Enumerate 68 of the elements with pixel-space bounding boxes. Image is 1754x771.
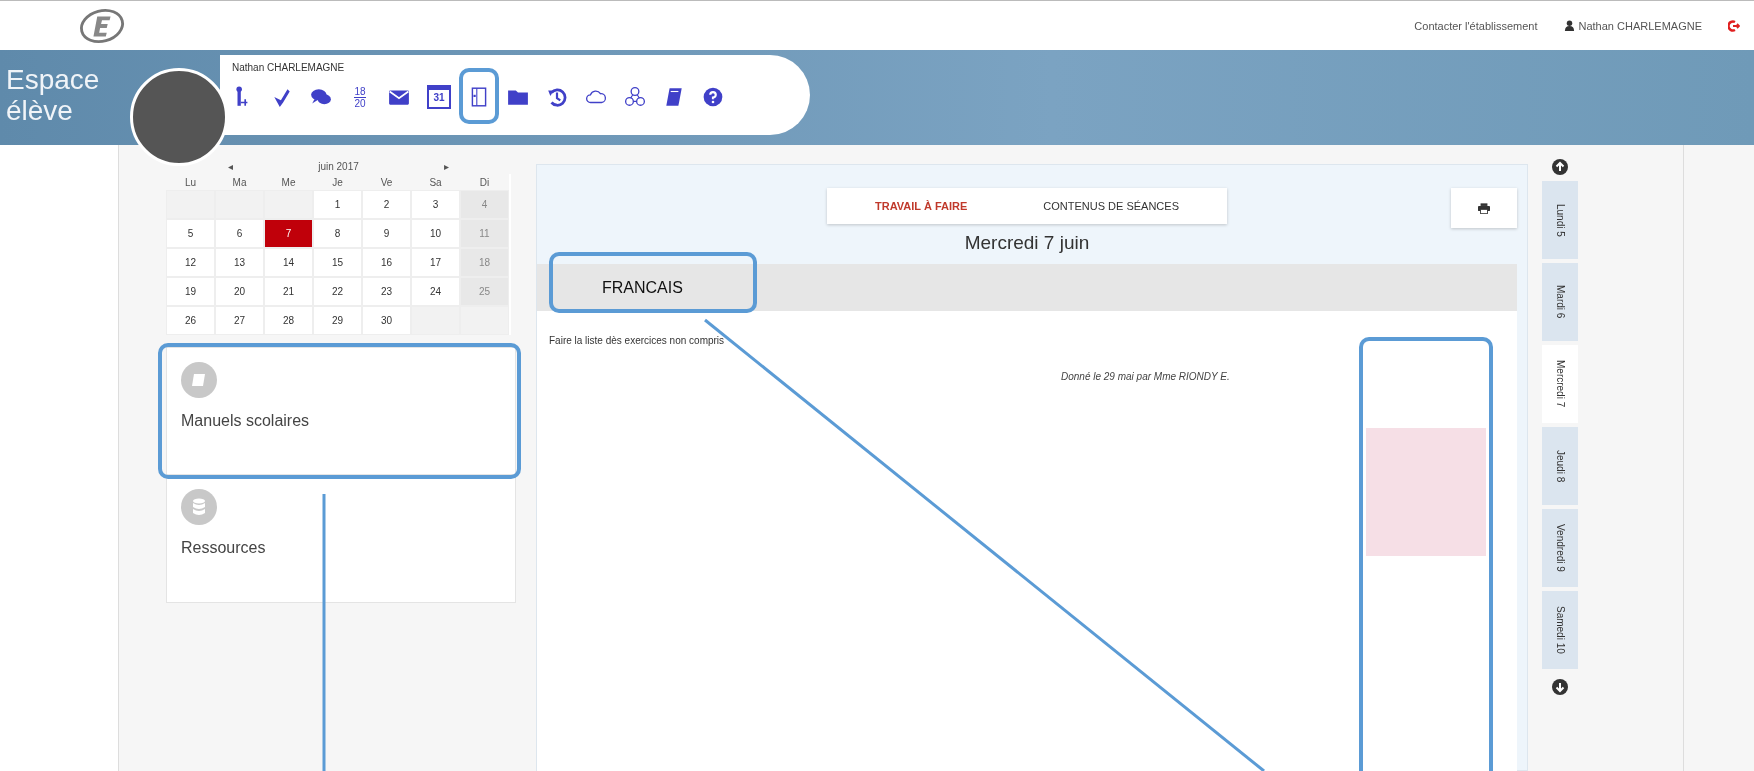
database-icon: [181, 489, 217, 525]
toolbar-user-name: Nathan CHARLEMAGNE: [232, 62, 346, 73]
people-network-icon[interactable]: [624, 86, 646, 108]
print-icon: [1478, 202, 1490, 214]
calendar-day[interactable]: 12: [166, 248, 215, 277]
day-tab[interactable]: Mercredi 7: [1542, 345, 1578, 423]
logo-icon: [78, 6, 126, 45]
book-icon[interactable]: [663, 86, 685, 108]
calendar-day[interactable]: 24: [411, 277, 460, 306]
weekday-label: Ve: [362, 174, 411, 190]
calendar-day[interactable]: 29: [313, 306, 362, 335]
calendar-day[interactable]: 28: [264, 306, 313, 335]
scroll-up-icon[interactable]: [1552, 159, 1568, 175]
day-tab[interactable]: Jeudi 8: [1542, 427, 1578, 505]
weekday-label: Je: [313, 174, 362, 190]
calendar-day[interactable]: 6: [215, 219, 264, 248]
date-title: Mercredi 7 juin: [963, 232, 1091, 254]
scroll-down-icon[interactable]: [1552, 679, 1568, 695]
next-month-arrow[interactable]: ▸: [443, 161, 449, 172]
calendar-day[interactable]: 22: [313, 277, 362, 306]
tab[interactable]: TRAVAIL À FAIRE: [837, 188, 1006, 224]
given-by-text: Donné le 29 mai par Mme RIONDY E.: [1061, 371, 1231, 382]
weekday-label: Me: [264, 174, 313, 190]
calendar-day[interactable]: 23: [362, 277, 411, 306]
calendar-day[interactable]: 7: [264, 219, 313, 248]
month-label: juin 2017: [318, 161, 359, 172]
day-tab[interactable]: Lundi 5: [1542, 181, 1578, 259]
calendar-day[interactable]: 19: [166, 277, 215, 306]
calendar-icon[interactable]: 31: [427, 85, 451, 109]
shortcut-card[interactable]: Manuels scolaires: [166, 347, 516, 475]
day-tab[interactable]: Samedi 10: [1542, 591, 1578, 669]
weekday-label: Di: [460, 174, 509, 190]
calendar-day[interactable]: 5: [166, 219, 215, 248]
logout-icon[interactable]: [1728, 19, 1740, 32]
user-icon: [1563, 20, 1575, 31]
calendar-day[interactable]: 8: [313, 219, 362, 248]
calendar-day[interactable]: 20: [215, 277, 264, 306]
weekday-label: Sa: [411, 174, 460, 190]
calendar-day[interactable]: 26: [166, 306, 215, 335]
weekday-label: Ma: [215, 174, 264, 190]
homework-text: Faire la liste dès exercices non compris: [549, 335, 726, 346]
print-button[interactable]: [1451, 188, 1517, 228]
contact-link[interactable]: Contacter l'établissement: [1414, 19, 1538, 32]
calendar-day[interactable]: 21: [264, 277, 313, 306]
subject-label: FRANCAIS: [602, 278, 683, 297]
calendar-day[interactable]: 10: [411, 219, 460, 248]
day-tab[interactable]: Mardi 6: [1542, 263, 1578, 341]
previous-month-arrow[interactable]: ◂: [228, 161, 234, 172]
user-link[interactable]: Nathan CHARLEMAGNE: [1563, 19, 1702, 32]
calendar-day[interactable]: 1: [313, 190, 362, 219]
calendar-day[interactable]: 14: [264, 248, 313, 277]
calendar-day[interactable]: 16: [362, 248, 411, 277]
weekday-label: Lu: [166, 174, 215, 190]
tab[interactable]: CONTENUS DE SÉANCES: [1005, 188, 1217, 224]
help-icon[interactable]: [702, 86, 724, 108]
calendar-day[interactable]: 27: [215, 306, 264, 335]
calendar-day[interactable]: 15: [313, 248, 362, 277]
day-tab[interactable]: Vendredi 9: [1542, 509, 1578, 587]
calendar-day[interactable]: 3: [411, 190, 460, 219]
space-title: Espace élève: [5, 63, 101, 126]
book-icon: [181, 362, 217, 398]
calendar-day[interactable]: 9: [362, 219, 411, 248]
calendar-day[interactable]: 13: [215, 248, 264, 277]
shortcut-card[interactable]: Ressources: [166, 475, 516, 603]
history-icon[interactable]: [546, 86, 568, 108]
calendar-day[interactable]: 2: [362, 190, 411, 219]
calendar-day[interactable]: 30: [362, 306, 411, 335]
calendar-day[interactable]: 17: [411, 248, 460, 277]
